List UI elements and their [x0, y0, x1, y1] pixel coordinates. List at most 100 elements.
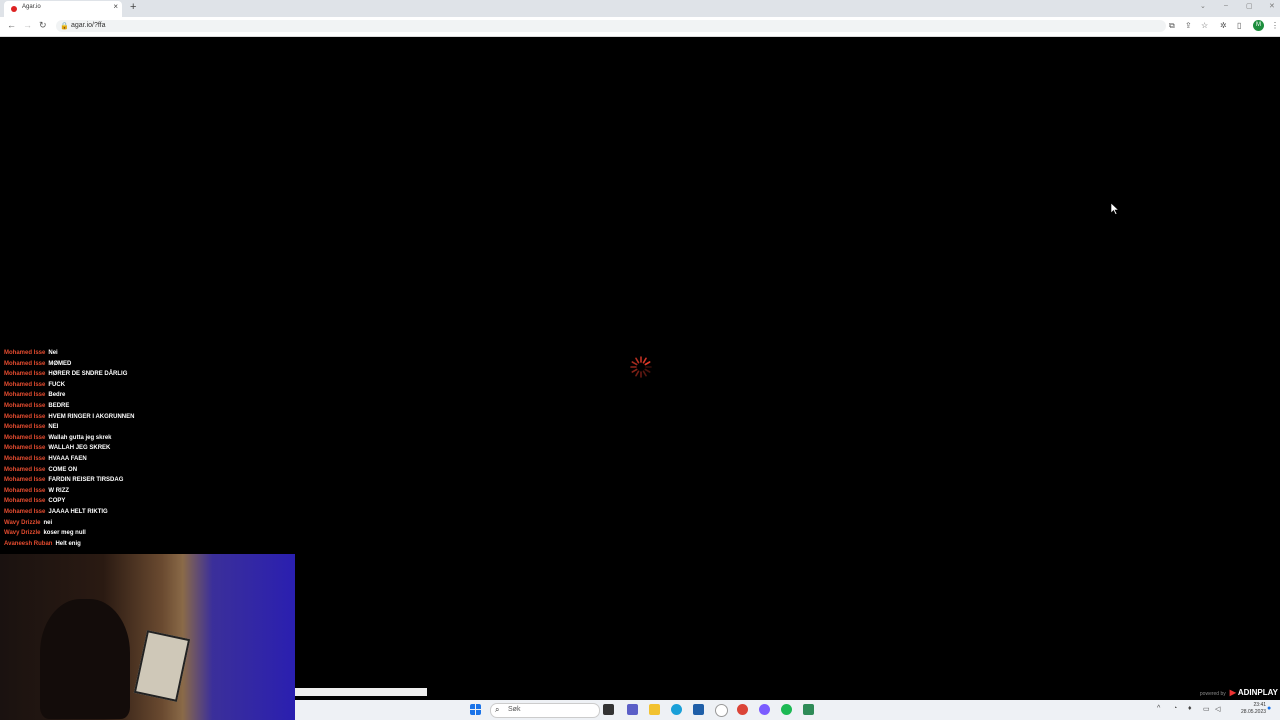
browser-tab[interactable]: Agar.io × — [4, 1, 122, 17]
chat-sender-name[interactable]: Mohamed Isse — [4, 467, 45, 473]
chat-message: Mohamed Isse NEI — [4, 422, 134, 433]
chat-message: Mohamed Isse COPY — [4, 496, 134, 507]
chat-sender-name[interactable]: Mohamed Isse — [4, 456, 45, 462]
volume-icon[interactable]: ◁ — [1215, 705, 1220, 713]
chat-message: Mohamed Isse BEDRE — [4, 401, 134, 412]
chat-message-text: FUCK — [48, 381, 66, 388]
menu-kebab-icon[interactable]: ⋮ — [1271, 21, 1279, 30]
picture-frame — [133, 630, 191, 702]
adinplay-badge[interactable]: powered by ▶ ADINPLAY — [1200, 688, 1278, 697]
share-icon[interactable]: ⇪ — [1185, 21, 1192, 30]
clock-time: 23:41 — [1253, 702, 1267, 708]
search-icon: ⌕ — [495, 705, 500, 714]
extensions-icon[interactable]: ✲ — [1220, 21, 1227, 30]
chat-sender-name[interactable]: Mohamed Isse — [4, 424, 45, 430]
webcam-overlay — [0, 554, 295, 720]
task-view-icon[interactable] — [603, 704, 614, 715]
reload-icon[interactable]: ↻ — [39, 20, 47, 31]
agario-favicon-icon — [11, 6, 17, 12]
monitor-icon[interactable]: ▭ — [1203, 705, 1210, 713]
teams-icon[interactable] — [627, 704, 638, 715]
chat-message: Mohamed Isse WALLAH JEG SKREK — [4, 443, 134, 454]
search-label: Søk — [508, 706, 521, 713]
tab-search-icon[interactable]: ⌄ — [1200, 2, 1206, 10]
chat-sender-name[interactable]: Wavy Drizzle — [4, 530, 40, 536]
chat-sender-name[interactable]: Mohamed Isse — [4, 403, 45, 409]
chat-message-text: Nei — [48, 350, 58, 356]
back-icon[interactable]: ← — [7, 20, 16, 30]
forward-icon[interactable]: → — [23, 20, 32, 30]
chat-message-text: Helt enig — [55, 540, 81, 547]
chat-message-text: COPY — [48, 498, 66, 505]
loading-progress-bar — [295, 687, 1280, 699]
chat-message-text: WALLAH JEG SKREK — [48, 445, 111, 452]
chat-message: Mohamed Isse HØRER DE SNDRE DÅRLIG — [4, 369, 134, 380]
window-close-icon[interactable]: ✕ — [1269, 2, 1275, 10]
chat-message: Mohamed Isse COME ON — [4, 465, 134, 476]
notification-icon[interactable]: ● — [1267, 705, 1271, 712]
chat-message: Avaneesh Ruban Helt enig — [4, 539, 134, 550]
profile-avatar[interactable]: M — [1253, 20, 1264, 31]
file-explorer-icon[interactable] — [649, 704, 660, 715]
adinplay-brand: ADINPLAY — [1237, 688, 1278, 697]
chat-sender-name[interactable]: Mohamed Isse — [4, 371, 45, 377]
chat-message: Wavy Drizzle nei — [4, 518, 134, 529]
bookmark-star-icon[interactable]: ☆ — [1201, 21, 1208, 30]
chat-sender-name[interactable]: Mohamed Isse — [4, 350, 45, 356]
chat-message: Mohamed Isse Nei — [4, 348, 134, 359]
side-panel-icon[interactable]: ▯ — [1237, 21, 1241, 30]
chat-message-text: BEDRE — [48, 402, 70, 409]
spinner-dash — [642, 357, 647, 364]
new-tab-icon[interactable]: + — [130, 1, 136, 13]
chat-sender-name[interactable]: Wavy Drizzle — [4, 520, 40, 526]
tray-overflow-icon[interactable]: ^ — [1157, 705, 1160, 712]
taskbar-clock[interactable]: 23:41 28.05.2023 — [1241, 702, 1266, 716]
chat-message-text: NEI — [48, 424, 59, 431]
maximize-icon[interactable]: ▢ — [1246, 2, 1253, 10]
chat-message: Mohamed Isse HVEM RINGER I AKGRUNNEN — [4, 412, 134, 423]
chat-sender-name[interactable]: Mohamed Isse — [4, 477, 45, 483]
address-bar[interactable]: 🔒 agar.io/?ffa — [56, 20, 1166, 32]
windows-start-icon[interactable] — [470, 704, 481, 715]
chat-sender-name[interactable]: Avaneesh Ruban — [4, 541, 52, 547]
microphone-icon[interactable]: ♦ — [1188, 705, 1192, 712]
chat-message-text: nei — [43, 519, 53, 526]
chat-sender-name[interactable]: Mohamed Isse — [4, 498, 45, 504]
spinner-dash — [642, 370, 647, 377]
chat-sender-name[interactable]: Mohamed Isse — [4, 435, 45, 441]
taskbar-search[interactable]: ⌕ Søk — [490, 703, 600, 718]
app-icon[interactable] — [715, 704, 728, 717]
discord-icon[interactable] — [759, 704, 770, 715]
chat-message-text: HVAAA FAEN — [48, 455, 87, 462]
store-icon[interactable] — [693, 704, 704, 715]
chat-message: Mohamed Isse JAAAA HELT RIKTIG — [4, 507, 134, 518]
chat-message-text: Wallah gutta jeg skrek — [48, 434, 112, 441]
chat-message: Wavy Drizzle koser meg null — [4, 528, 134, 539]
spinner-dash — [631, 361, 638, 366]
chat-message-text: MØMED — [48, 360, 72, 367]
spotify-icon[interactable] — [781, 704, 792, 715]
chat-message-text: HØRER DE SNDRE DÅRLIG — [48, 371, 128, 378]
lock-icon[interactable]: 🔒 — [60, 22, 69, 30]
close-tab-icon[interactable]: × — [113, 2, 118, 11]
chat-sender-name[interactable]: Mohamed Isse — [4, 392, 45, 398]
minimize-icon[interactable]: – — [1224, 2, 1228, 9]
windows-taskbar: ⌕ Søk ^ ◔ ♦ ▭ ◁ 23:41 28.05.2023 ● — [295, 700, 1280, 720]
browser-tab-bar: Agar.io × + ⌄ – ▢ ✕ — [0, 0, 1280, 17]
chat-log: Mohamed Isse Nei Mohamed Isse MØMED Mohamed … — [4, 348, 134, 549]
chat-sender-name[interactable]: Mohamed Isse — [4, 488, 45, 494]
translate-icon[interactable]: ⧉ — [1169, 21, 1175, 31]
chat-message: Mohamed Isse FARDIN REISER TIRSDAG — [4, 475, 134, 486]
chat-message-text: HVEM RINGER I AKGRUNNEN — [48, 413, 135, 420]
chat-sender-name[interactable]: Mohamed Isse — [4, 414, 45, 420]
chrome-icon[interactable] — [737, 704, 748, 715]
chat-sender-name[interactable]: Mohamed Isse — [4, 445, 45, 451]
xbox-icon[interactable] — [803, 704, 814, 715]
network-icon[interactable]: ◔ — [1173, 705, 1177, 712]
chat-message: Mohamed Isse Bedre — [4, 390, 134, 401]
edge-icon[interactable] — [671, 704, 682, 715]
chat-sender-name[interactable]: Mohamed Isse — [4, 361, 45, 367]
spinner-dash — [635, 357, 640, 364]
chat-sender-name[interactable]: Mohamed Isse — [4, 382, 45, 388]
chat-sender-name[interactable]: Mohamed Isse — [4, 509, 45, 515]
